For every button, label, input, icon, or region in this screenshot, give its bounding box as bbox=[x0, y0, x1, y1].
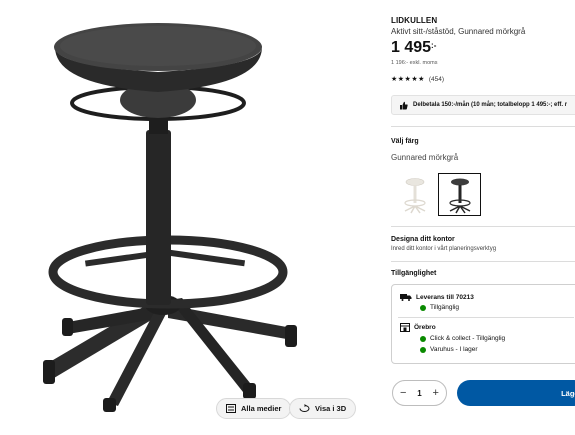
store-status-1: Click & collect - Tillgänglig bbox=[430, 335, 506, 342]
all-media-label: Alla medier bbox=[241, 404, 282, 413]
status-dot-icon bbox=[420, 335, 426, 342]
installment-text: Delbetala 150:-/mån (10 mån; totalbelopp… bbox=[413, 102, 568, 108]
product-image[interactable] bbox=[0, 0, 375, 435]
installment-banner[interactable]: Delbetala 150:-/mån (10 mån; totalbelopp… bbox=[391, 95, 575, 115]
price-ex-vat: 1 196:- exkl. moms bbox=[391, 60, 438, 66]
quantity-stepper[interactable]: − 1 + bbox=[392, 380, 447, 406]
product-description: Aktivt sitt-/ståstöd, Gunnared mörkgrå bbox=[391, 27, 526, 36]
rating-stars: ★★★★★ bbox=[391, 76, 425, 83]
product-info-panel: LIDKULLEN Aktivt sitt-/ståstöd, Gunnared… bbox=[391, 0, 575, 435]
store-row[interactable]: Örebro bbox=[400, 323, 436, 332]
color-option-dark-grey[interactable] bbox=[438, 173, 481, 216]
thumbs-up-icon bbox=[400, 101, 408, 109]
divider bbox=[391, 261, 575, 262]
add-to-cart-button[interactable]: Lägg bbox=[457, 380, 575, 406]
status-dot-icon bbox=[420, 304, 426, 311]
price-suffix: :- bbox=[431, 41, 437, 50]
office-heading[interactable]: Designa ditt kontor bbox=[391, 236, 455, 243]
price-value: 1 495 bbox=[391, 39, 432, 56]
stool-thumbnail-white bbox=[403, 177, 426, 213]
product-name: LIDKULLEN bbox=[391, 16, 438, 25]
delivery-label: Leverans till 70213 bbox=[416, 293, 474, 301]
color-option-white[interactable] bbox=[393, 173, 436, 216]
delivery-row[interactable]: Leverans till 70213 bbox=[400, 293, 474, 301]
stool-thumbnail-dark bbox=[448, 178, 471, 213]
selected-color: Gunnared mörkgrå bbox=[391, 153, 459, 162]
gallery-icon bbox=[226, 404, 236, 413]
delivery-status-row: Tillgänglig bbox=[420, 304, 459, 311]
divider bbox=[398, 317, 574, 318]
store-icon bbox=[400, 323, 410, 332]
product-rating[interactable]: ★★★★★ (454) bbox=[391, 75, 445, 84]
quantity-value[interactable]: 1 bbox=[417, 389, 421, 398]
product-gallery: Alla medier Visa i 3D bbox=[0, 0, 375, 435]
rotate-3d-icon bbox=[299, 404, 310, 412]
status-dot-icon bbox=[420, 346, 426, 353]
availability-box[interactable]: Leverans till 70213 Tillgänglig Örebro C… bbox=[391, 284, 575, 364]
plus-button[interactable]: + bbox=[433, 387, 439, 399]
store-status-row-2: Varuhus - I lager bbox=[420, 346, 478, 353]
store-label: Örebro bbox=[414, 324, 436, 331]
divider bbox=[391, 226, 575, 227]
store-status-row-1: Click & collect - Tillgänglig bbox=[420, 335, 505, 342]
store-status-2: Varuhus - I lager bbox=[430, 346, 478, 353]
view-3d-label: Visa i 3D bbox=[315, 404, 347, 413]
review-count: (454) bbox=[428, 75, 445, 83]
color-heading: Välj färg bbox=[391, 138, 419, 145]
truck-icon bbox=[400, 294, 412, 301]
view-3d-button[interactable]: Visa i 3D bbox=[289, 398, 357, 419]
minus-button[interactable]: − bbox=[400, 387, 406, 399]
availability-heading: Tillgänglighet bbox=[391, 270, 437, 277]
all-media-button[interactable]: Alla medier bbox=[216, 398, 292, 419]
divider bbox=[391, 126, 575, 127]
add-to-cart-label: Lägg bbox=[561, 388, 575, 398]
delivery-status: Tillgänglig bbox=[430, 304, 460, 311]
office-text: Inred ditt kontor i vårt planeringsverkt… bbox=[391, 246, 497, 252]
product-price: 1 495:- bbox=[391, 39, 436, 57]
